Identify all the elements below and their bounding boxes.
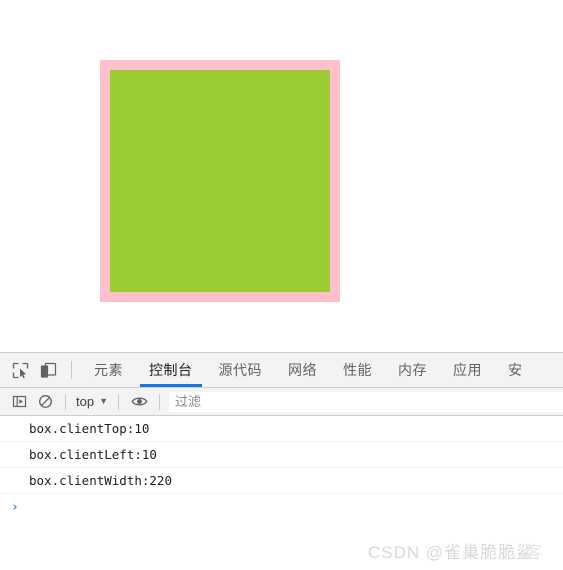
console-toolbar-divider bbox=[118, 393, 119, 410]
console-log-text: box.clientWidth:220 bbox=[29, 473, 172, 488]
styled-box bbox=[100, 60, 340, 302]
console-prompt-row[interactable]: › bbox=[0, 494, 563, 520]
prompt-caret-icon: › bbox=[11, 499, 19, 515]
tab-label: 性能 bbox=[343, 362, 372, 378]
console-log-row[interactable]: box.clientWidth:220 bbox=[0, 468, 563, 494]
tab-memory[interactable]: 内存 bbox=[385, 353, 440, 387]
tab-label: 控制台 bbox=[149, 362, 193, 378]
devtools-panel: 元素 控制台 源代码 网络 性能 内存 应用 安 top ▼ 过滤 box.cl… bbox=[0, 352, 563, 570]
console-output: box.clientTop:10 box.clientLeft:10 box.c… bbox=[0, 416, 563, 570]
tab-label: 应用 bbox=[453, 362, 482, 378]
console-log-row[interactable]: box.clientLeft:10 bbox=[0, 442, 563, 468]
tab-network[interactable]: 网络 bbox=[275, 353, 330, 387]
tab-label: 源代码 bbox=[218, 362, 262, 378]
console-filter-input[interactable] bbox=[169, 391, 563, 412]
tab-security[interactable]: 安 bbox=[495, 353, 536, 387]
toolbar-divider bbox=[71, 361, 72, 379]
chevron-down-icon: ▼ bbox=[99, 396, 108, 406]
console-sidebar-icon[interactable] bbox=[6, 389, 32, 415]
execution-context-selector[interactable]: top ▼ bbox=[73, 394, 111, 409]
tab-elements[interactable]: 元素 bbox=[81, 353, 136, 387]
tab-console[interactable]: 控制台 bbox=[136, 353, 206, 387]
console-log-text: box.clientTop:10 bbox=[29, 421, 150, 436]
tab-application[interactable]: 应用 bbox=[440, 353, 495, 387]
device-toolbar-icon[interactable] bbox=[34, 353, 62, 387]
console-prompt-input[interactable] bbox=[18, 496, 563, 518]
tab-label: 安 bbox=[508, 362, 523, 378]
execution-context-value: top bbox=[76, 394, 95, 409]
devtools-tab-bar: 元素 控制台 源代码 网络 性能 内存 应用 安 bbox=[0, 353, 563, 388]
console-log-text: box.clientLeft:10 bbox=[29, 447, 157, 462]
tab-sources[interactable]: 源代码 bbox=[206, 353, 276, 387]
tab-label: 元素 bbox=[94, 362, 123, 378]
console-toolbar-divider bbox=[159, 393, 160, 410]
clear-console-icon[interactable] bbox=[32, 389, 58, 415]
inspect-element-icon[interactable] bbox=[6, 353, 34, 387]
live-expression-eye-icon[interactable] bbox=[126, 389, 152, 415]
console-log-row[interactable]: box.clientTop:10 bbox=[0, 416, 563, 442]
tab-performance[interactable]: 性能 bbox=[330, 353, 385, 387]
console-toolbar: top ▼ bbox=[0, 388, 563, 416]
web-page-viewport bbox=[0, 0, 563, 352]
console-toolbar-divider bbox=[65, 393, 66, 410]
tab-label: 网络 bbox=[288, 362, 317, 378]
tab-label: 内存 bbox=[398, 362, 427, 378]
